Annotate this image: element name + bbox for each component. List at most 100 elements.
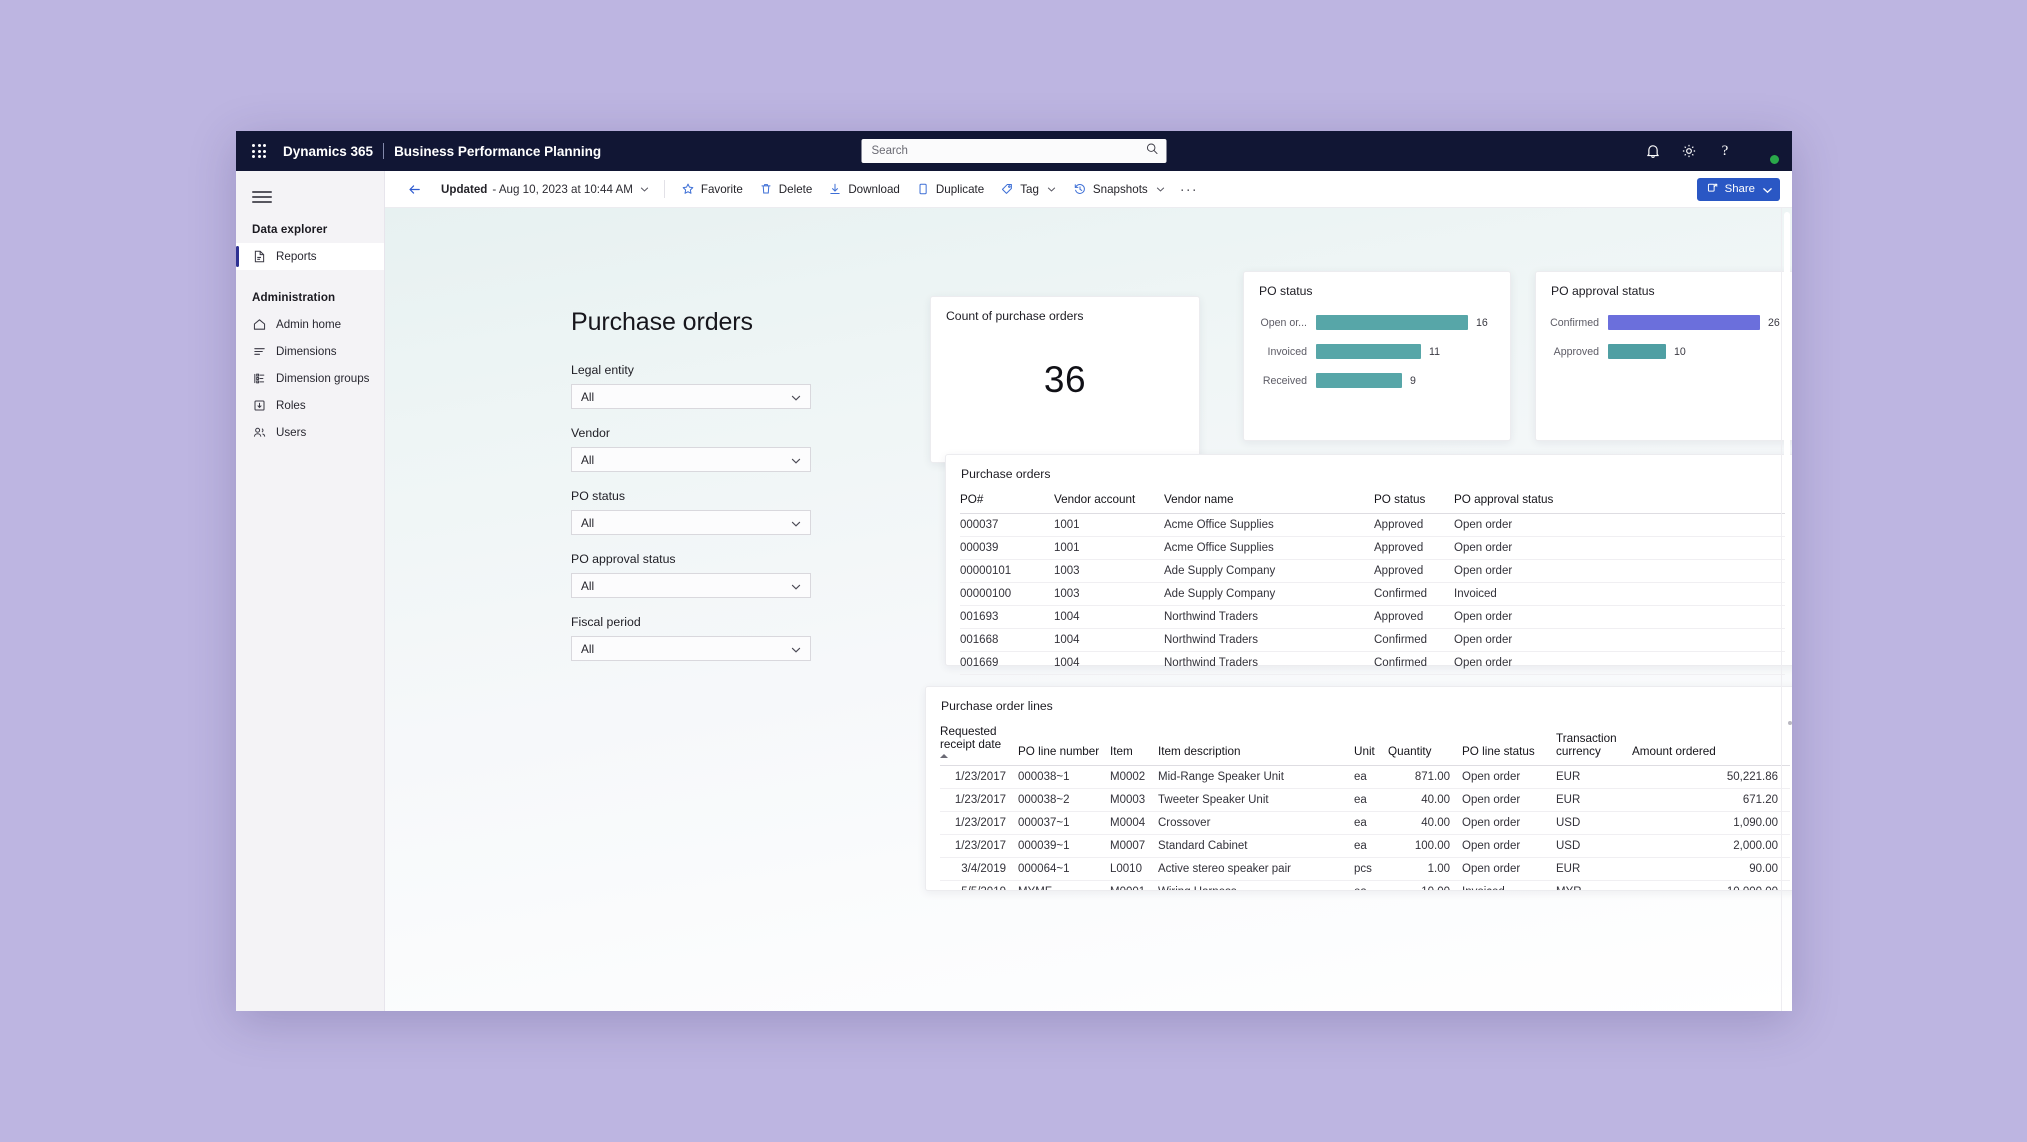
- updated-timestamp-dropdown[interactable]: Updated - Aug 10, 2023 at 10:44 AM: [433, 179, 656, 200]
- sidebar-item-users[interactable]: Users: [236, 419, 384, 446]
- kpi-card-count-of-purchase-orders[interactable]: Count of purchase orders 36: [930, 296, 1200, 463]
- column-header[interactable]: Item description: [1158, 719, 1354, 766]
- column-header[interactable]: Requested receipt date: [940, 719, 1018, 766]
- sidebar-item-admin-home[interactable]: Admin home: [236, 311, 384, 338]
- chevron-down-icon: [1761, 184, 1772, 194]
- share-button[interactable]: Share: [1696, 177, 1780, 201]
- filter-fiscal-period: Fiscal period All: [571, 615, 811, 661]
- table-cell: 10.00: [1388, 880, 1462, 890]
- report-canvas-scroll-area: Purchase orders Legal entity All Vendor …: [385, 208, 1792, 1011]
- canvas-vertical-scrollbar[interactable]: [1781, 208, 1792, 1011]
- table-cell: Tweeter Speaker Unit: [1158, 788, 1354, 812]
- column-header[interactable]: PO approval status: [1454, 487, 1785, 514]
- avatar[interactable]: [1754, 139, 1780, 165]
- table-cell: 1001: [1054, 536, 1164, 560]
- chevron-down-icon: [1046, 184, 1057, 195]
- column-header[interactable]: Unit: [1354, 719, 1388, 766]
- table-row[interactable]: 000037 1001 Acme Office Supplies Approved Op…: [960, 513, 1785, 537]
- table-row[interactable]: 1/23/2017 000038~1 M0002 Mid-Range Speaker …: [940, 765, 1790, 789]
- bar-fill[interactable]: [1316, 315, 1468, 330]
- column-header[interactable]: Item: [1110, 719, 1158, 766]
- bar-fill[interactable]: [1608, 344, 1666, 359]
- po-approval-status-select[interactable]: All: [571, 573, 811, 598]
- table-cell: 1004: [1054, 605, 1164, 629]
- table-header-row: PO# Vendor account Vendor name PO status PO …: [960, 487, 1785, 514]
- updated-label: Updated: [441, 182, 488, 196]
- column-header[interactable]: PO line status: [1462, 719, 1556, 766]
- table-row[interactable]: 1/23/2017 000038~2 M0003 Tweeter Speaker Un…: [940, 788, 1790, 812]
- column-header[interactable]: Vendor name: [1164, 487, 1374, 514]
- table-cell: 1/23/2017: [940, 765, 1018, 789]
- selected-value: All: [581, 452, 595, 467]
- table-cell: Invoiced: [1462, 880, 1556, 890]
- table-row[interactable]: 00000101 1003 Ade Supply Company Approved Op…: [960, 559, 1785, 583]
- chart-card-po-status[interactable]: PO status Open or... 16 Invoiced 11 Received…: [1243, 271, 1511, 441]
- presence-badge: [1769, 154, 1780, 165]
- sidebar-item-roles[interactable]: Roles: [236, 392, 384, 419]
- table-cell: 1/23/2017: [940, 834, 1018, 858]
- fiscal-period-select[interactable]: All: [571, 636, 811, 661]
- table-row[interactable]: 1/23/2017 000039~1 M0007 Standard Cabinet ea…: [940, 834, 1790, 858]
- bar-row[interactable]: Approved 10: [1546, 337, 1788, 366]
- sidebar-item-dimensions[interactable]: Dimensions: [236, 338, 384, 365]
- column-header[interactable]: Quantity: [1388, 719, 1462, 766]
- back-arrow-icon[interactable]: [401, 176, 427, 202]
- column-header[interactable]: PO line number: [1018, 719, 1110, 766]
- table-row[interactable]: 001669 1004 Northwind Traders Confirmed Open…: [960, 651, 1785, 675]
- download-button[interactable]: Download: [820, 176, 908, 202]
- hamburger-menu-icon[interactable]: [246, 182, 278, 212]
- table-cell: EUR: [1556, 788, 1632, 812]
- bar-row[interactable]: Invoiced 11: [1254, 337, 1496, 366]
- bar-row[interactable]: Confirmed 26: [1546, 308, 1788, 337]
- bar-row[interactable]: Received 9: [1254, 366, 1496, 395]
- table-row[interactable]: 000039 1001 Acme Office Supplies Approved Op…: [960, 536, 1785, 560]
- table-card-purchase-order-lines[interactable]: Purchase order lines Requested receipt d…: [925, 686, 1792, 891]
- table-card-purchase-orders[interactable]: Purchase orders PO# Vendor account Vendor …: [945, 454, 1792, 675]
- more-options-icon[interactable]: ···: [1176, 176, 1202, 202]
- share-label: Share: [1724, 183, 1755, 195]
- app-launcher-icon[interactable]: [248, 140, 270, 162]
- duplicate-button[interactable]: Duplicate: [908, 176, 992, 202]
- scrollbar-thumb[interactable]: [1784, 212, 1790, 512]
- bar-fill[interactable]: [1316, 373, 1402, 388]
- column-header[interactable]: Amount ordered: [1632, 719, 1790, 766]
- sidebar-item-label: Roles: [276, 399, 306, 412]
- po-status-select[interactable]: All: [571, 510, 811, 535]
- tag-icon: [1000, 182, 1014, 196]
- table-cell: pcs: [1354, 857, 1388, 881]
- search-input[interactable]: Search: [861, 139, 1167, 163]
- table-row[interactable]: 5/5/2019MYMF-M0001Wiring Harnessea10.00I…: [940, 880, 1790, 890]
- column-header[interactable]: PO status: [1374, 487, 1454, 514]
- chart-card-po-approval-status[interactable]: PO approval status Confirmed 26 Approved 10: [1535, 271, 1792, 441]
- snapshots-button[interactable]: Snapshots: [1065, 176, 1174, 202]
- tag-button[interactable]: Tag: [992, 176, 1065, 202]
- sidebar-item-reports[interactable]: Reports: [236, 243, 384, 270]
- table-cell: Northwind Traders: [1164, 628, 1374, 652]
- bar-fill[interactable]: [1608, 315, 1760, 330]
- bar-row[interactable]: Open or... 16: [1254, 308, 1496, 337]
- table-row[interactable]: 3/4/2019 000064~1 L0010 Active stereo speak…: [940, 857, 1790, 881]
- column-header[interactable]: Vendor account: [1054, 487, 1164, 514]
- column-header[interactable]: PO#: [960, 487, 1054, 514]
- bell-icon[interactable]: [1644, 142, 1662, 160]
- vendor-select[interactable]: All: [571, 447, 811, 472]
- delete-button[interactable]: Delete: [751, 176, 821, 202]
- bar-track: 9: [1316, 373, 1496, 388]
- tag-label: Tag: [1020, 182, 1039, 196]
- column-header[interactable]: Transaction currency: [1556, 719, 1632, 766]
- table-cell: 671.20: [1632, 788, 1790, 812]
- favorite-button[interactable]: Favorite: [673, 176, 751, 202]
- bar-fill[interactable]: [1316, 344, 1421, 359]
- filter-po-approval-status: PO approval status All: [571, 552, 811, 598]
- legal-entity-select[interactable]: All: [571, 384, 811, 409]
- table-row[interactable]: 001668 1004 Northwind Traders Confirmed Open…: [960, 628, 1785, 652]
- table-cell: 000064~1: [1018, 857, 1110, 881]
- gear-icon[interactable]: [1680, 142, 1698, 160]
- sidebar-item-dimension-groups[interactable]: Dimension groups: [236, 365, 384, 392]
- table-row[interactable]: 00000100 1003 Ade Supply Company Confirmed I…: [960, 582, 1785, 606]
- filter-label: Vendor: [571, 426, 610, 440]
- filter-label: PO status: [571, 489, 625, 503]
- table-row[interactable]: 1/23/2017 000037~1 M0004 Crossover ea 40.00 Op…: [940, 811, 1790, 835]
- table-row[interactable]: 001693 1004 Northwind Traders Approved Open …: [960, 605, 1785, 629]
- question-mark-icon[interactable]: ?: [1716, 142, 1734, 160]
